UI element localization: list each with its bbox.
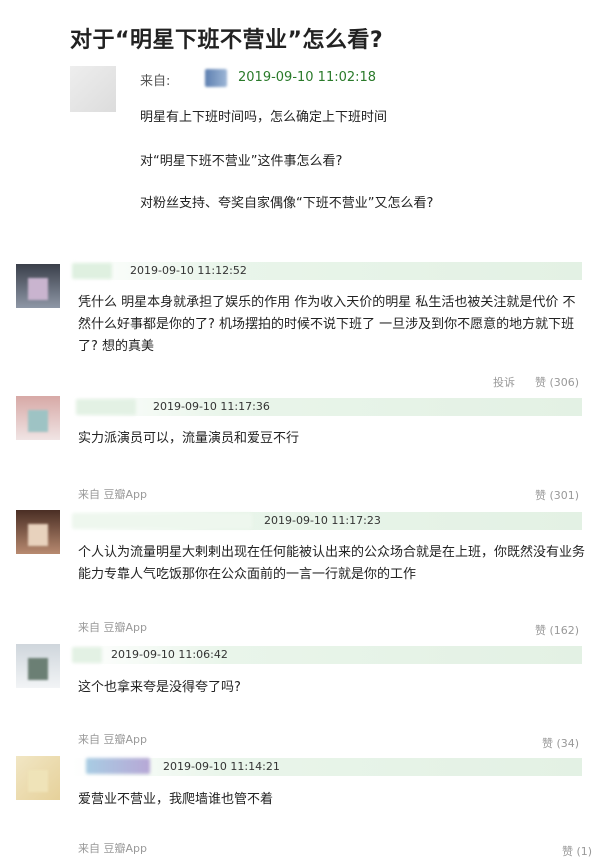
like-count: (162) — [549, 624, 580, 637]
comment-text: 实力派演员可以，流量演员和爱豆不行 — [78, 431, 300, 446]
like-label: 赞 — [535, 376, 546, 389]
post-timestamp: 2019-09-10 11:02:18 — [238, 70, 377, 85]
avatar-redacted — [28, 658, 48, 680]
source-label: 来自 豆瓣App — [78, 488, 147, 501]
comment-text: 这个也拿来夸是没得夸了吗? — [78, 680, 241, 695]
avatar-redacted — [28, 770, 48, 792]
like-label: 赞 — [535, 624, 546, 637]
comment-text: 爱营业不营业，我爬墙谁也管不着 — [78, 792, 274, 807]
source-label: 来自 豆瓣App — [78, 621, 147, 634]
author-name-redacted[interactable] — [76, 399, 136, 415]
post-title: 对于“明星下班不营业”怎么看? — [70, 28, 384, 53]
like-count: (306) — [549, 376, 580, 389]
like-button[interactable]: 赞 (34) — [542, 735, 579, 751]
from-label: 来自: — [140, 74, 171, 89]
avatar[interactable] — [16, 510, 60, 554]
like-count: (1) — [576, 845, 593, 858]
comment-header-bar — [72, 398, 582, 416]
like-button[interactable]: 赞 (1) — [562, 843, 592, 859]
avatar[interactable] — [16, 396, 60, 440]
comment-timestamp: 2019-09-10 11:17:23 — [264, 514, 381, 527]
report-link[interactable]: 投诉 — [493, 374, 515, 390]
like-label: 赞 — [542, 737, 553, 750]
avatar-redacted — [28, 524, 48, 546]
comment-timestamp: 2019-09-10 11:17:36 — [153, 400, 270, 413]
author-name-redacted[interactable] — [72, 263, 112, 279]
comment-timestamp: 2019-09-10 11:06:42 — [111, 648, 228, 661]
post-body-line: 对“明星下班不营业”这件事怎么看? — [140, 154, 343, 169]
comment-timestamp: 2019-09-10 11:14:21 — [163, 760, 280, 773]
like-label: 赞 — [535, 489, 546, 502]
avatar-redacted — [28, 410, 48, 432]
comment-text: 个人认为流量明星大剌剌出现在任何能被认出来的公众场合就是在上班，你既然没有业务能… — [78, 545, 586, 582]
like-label: 赞 — [562, 845, 573, 858]
like-button[interactable]: 赞 (162) — [535, 622, 579, 638]
source-label: 来自 豆瓣App — [78, 842, 147, 855]
avatar-redacted — [28, 278, 48, 300]
author-name-redacted[interactable] — [205, 69, 227, 87]
like-count: (34) — [556, 737, 580, 750]
avatar[interactable] — [70, 66, 116, 112]
avatar[interactable] — [16, 756, 60, 800]
comment-timestamp: 2019-09-10 11:12:52 — [130, 264, 247, 277]
avatar[interactable] — [16, 644, 60, 688]
post-body-line: 对粉丝支持、夸奖自家偶像“下班不营业”又怎么看? — [140, 196, 434, 211]
author-name-redacted[interactable] — [72, 647, 102, 663]
like-button[interactable]: 赞 (306) — [535, 374, 579, 390]
comment-text: 凭什么 明星本身就承担了娱乐的作用 作为收入天价的明星 私生活也被关注就是代价 … — [78, 295, 576, 354]
post-body-line: 明星有上下班时间吗，怎么确定上下班时间 — [140, 110, 388, 125]
like-button[interactable]: 赞 (301) — [535, 487, 579, 503]
author-name-redacted[interactable] — [72, 513, 252, 529]
avatar[interactable] — [16, 264, 60, 308]
author-name-redacted[interactable] — [86, 758, 150, 774]
source-label: 来自 豆瓣App — [78, 733, 147, 746]
like-count: (301) — [549, 489, 580, 502]
comment-header-bar — [72, 758, 582, 776]
